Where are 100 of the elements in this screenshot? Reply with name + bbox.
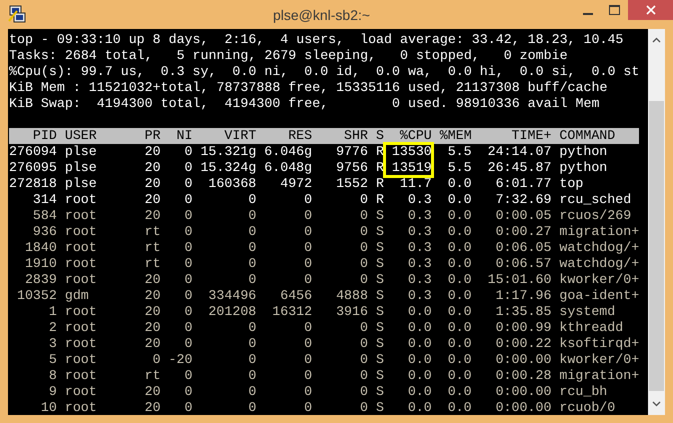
table-cell-text: rt: [144, 256, 161, 272]
table-cell-text: 0: [247, 368, 256, 384]
table-cell-text: 0: [247, 320, 256, 336]
column-header[interactable]: PID: [9, 128, 57, 144]
table-cell-text: 11.7: [398, 176, 432, 192]
table-cell-text: 0: [359, 192, 368, 208]
table-cell-text: 0.0: [446, 192, 472, 208]
table-cell-text: 1910: [24, 256, 57, 272]
column-header[interactable]: %MEM: [440, 128, 472, 144]
table-cell-text: 20: [144, 272, 161, 288]
table-cell-text: 0: [184, 224, 192, 240]
table-cell-text: 4888: [335, 288, 368, 304]
table-cell-text: 8: [48, 368, 57, 384]
table-cell-text: 20: [144, 176, 161, 192]
table-cell-text: 0: [303, 320, 312, 336]
table-cell-text: 0.0: [406, 368, 432, 384]
table-cell-text: 0:00.27: [494, 224, 552, 240]
table-cell-text: 6:01.77: [494, 176, 552, 192]
table-cell-text: top: [559, 176, 584, 192]
scroll-down-icon[interactable]: [652, 401, 661, 407]
column-header[interactable]: VIRT: [200, 128, 256, 144]
table-cell-text: 0: [184, 256, 192, 272]
table-cell: 13530: [392, 144, 432, 160]
table-cell: 276094: [9, 144, 57, 160]
table-cell: migration+: [559, 224, 640, 240]
table-cell-text: rcu_sched: [559, 192, 632, 208]
table-cell-text: 0: [247, 208, 256, 224]
table-cell-text: 26:45.87: [486, 160, 552, 176]
table-cell-text: 20: [144, 384, 161, 400]
table-cell-text: kthreadd: [559, 320, 624, 336]
table-cell-text: 0: [359, 240, 368, 256]
table-cell-text: 1:35.85: [494, 304, 552, 320]
table-cell: R: [376, 144, 384, 160]
table-cell: S: [376, 272, 384, 288]
table-cell-text: 9776: [335, 144, 368, 160]
close-button[interactable]: [628, 0, 673, 20]
table-cell-text: rcu_bh: [559, 384, 608, 400]
table-cell-text: 0: [359, 352, 368, 368]
table-cell: 6.048g: [264, 160, 312, 176]
table-cell-text: plse: [64, 144, 98, 160]
column-header[interactable]: PR: [136, 128, 161, 144]
table-cell-text: 0: [184, 208, 192, 224]
table-cell-text: python: [559, 144, 608, 160]
column-header[interactable]: RES: [264, 128, 312, 144]
table-cell-text: 0: [359, 336, 368, 352]
table-cell-text: 0.0: [446, 240, 472, 256]
scrollbar[interactable]: [648, 29, 665, 415]
table-cell-text: 0.0: [446, 320, 472, 336]
summary-line: KiB Mem : 11521032+total, 78737888 free, 15335116 used, 21137308 buff/cache: [9, 80, 608, 96]
column-header[interactable]: %CPU: [392, 128, 432, 144]
table-cell: goa-ident+: [559, 288, 640, 304]
table-cell: watchdog/+: [559, 240, 640, 256]
table-cell-text: root: [64, 400, 98, 416]
table-cell-text: 0: [184, 176, 192, 192]
table-cell-text: 0: [184, 192, 192, 208]
table-cell-text: 5.5: [446, 144, 472, 160]
table-cell: kworker/0+: [559, 352, 640, 368]
table-cell-text: 20: [144, 160, 161, 176]
column-header[interactable]: SHR: [320, 128, 368, 144]
column-header[interactable]: S: [376, 128, 384, 144]
table-cell-text: 0.0: [446, 208, 472, 224]
table-cell-text: 0: [303, 240, 312, 256]
table-cell-text: 0:00.00: [494, 400, 552, 416]
column-header[interactable]: USER: [64, 128, 129, 144]
table-cell-text: 0.3: [406, 192, 432, 208]
table-cell: R: [376, 160, 384, 176]
table-cell-text: 0: [184, 272, 192, 288]
table-cell-text: 20: [144, 192, 161, 208]
column-header[interactable]: TIME+: [480, 128, 552, 144]
column-header[interactable]: NI: [168, 128, 192, 144]
table-cell-text: 0: [359, 368, 368, 384]
scrollbar-thumb[interactable]: [649, 101, 664, 391]
table-cell-text: 0.0: [406, 320, 432, 336]
table-cell: S: [376, 320, 384, 336]
table-cell-text: 0.0: [446, 256, 472, 272]
table-cell-text: 0: [359, 272, 368, 288]
scroll-up-icon[interactable]: [652, 37, 661, 43]
table-cell: S: [376, 400, 384, 416]
column-header[interactable]: COMMAND: [559, 128, 640, 144]
table-cell-text: 314: [32, 192, 57, 208]
table-cell-text: 0.3: [406, 256, 432, 272]
table-cell: ksoftirqd+: [559, 336, 640, 352]
table-cell-text: 0: [184, 240, 192, 256]
table-cell-text: 0.0: [446, 224, 472, 240]
table-cell-text: 0: [184, 400, 192, 416]
table-cell-text: 0:06.05: [494, 240, 552, 256]
table-cell-text: 0: [184, 160, 192, 176]
table-cell-text: 201208: [207, 304, 256, 320]
table-cell-text: 0.0: [446, 304, 472, 320]
table-cell-text: rt: [144, 368, 161, 384]
table-cell-text: 20: [144, 288, 161, 304]
table-cell-text: python: [559, 160, 608, 176]
table-cell: S: [376, 288, 384, 304]
table-cell: R: [376, 176, 384, 192]
table-cell-text: 0: [247, 192, 256, 208]
table-cell-text: rcuob/0: [559, 400, 616, 416]
table-cell-text: 0.0: [446, 288, 472, 304]
table-cell-text: 0.3: [406, 288, 432, 304]
table-cell-text: 0.3: [406, 208, 432, 224]
table-cell-text: 0: [303, 336, 312, 352]
